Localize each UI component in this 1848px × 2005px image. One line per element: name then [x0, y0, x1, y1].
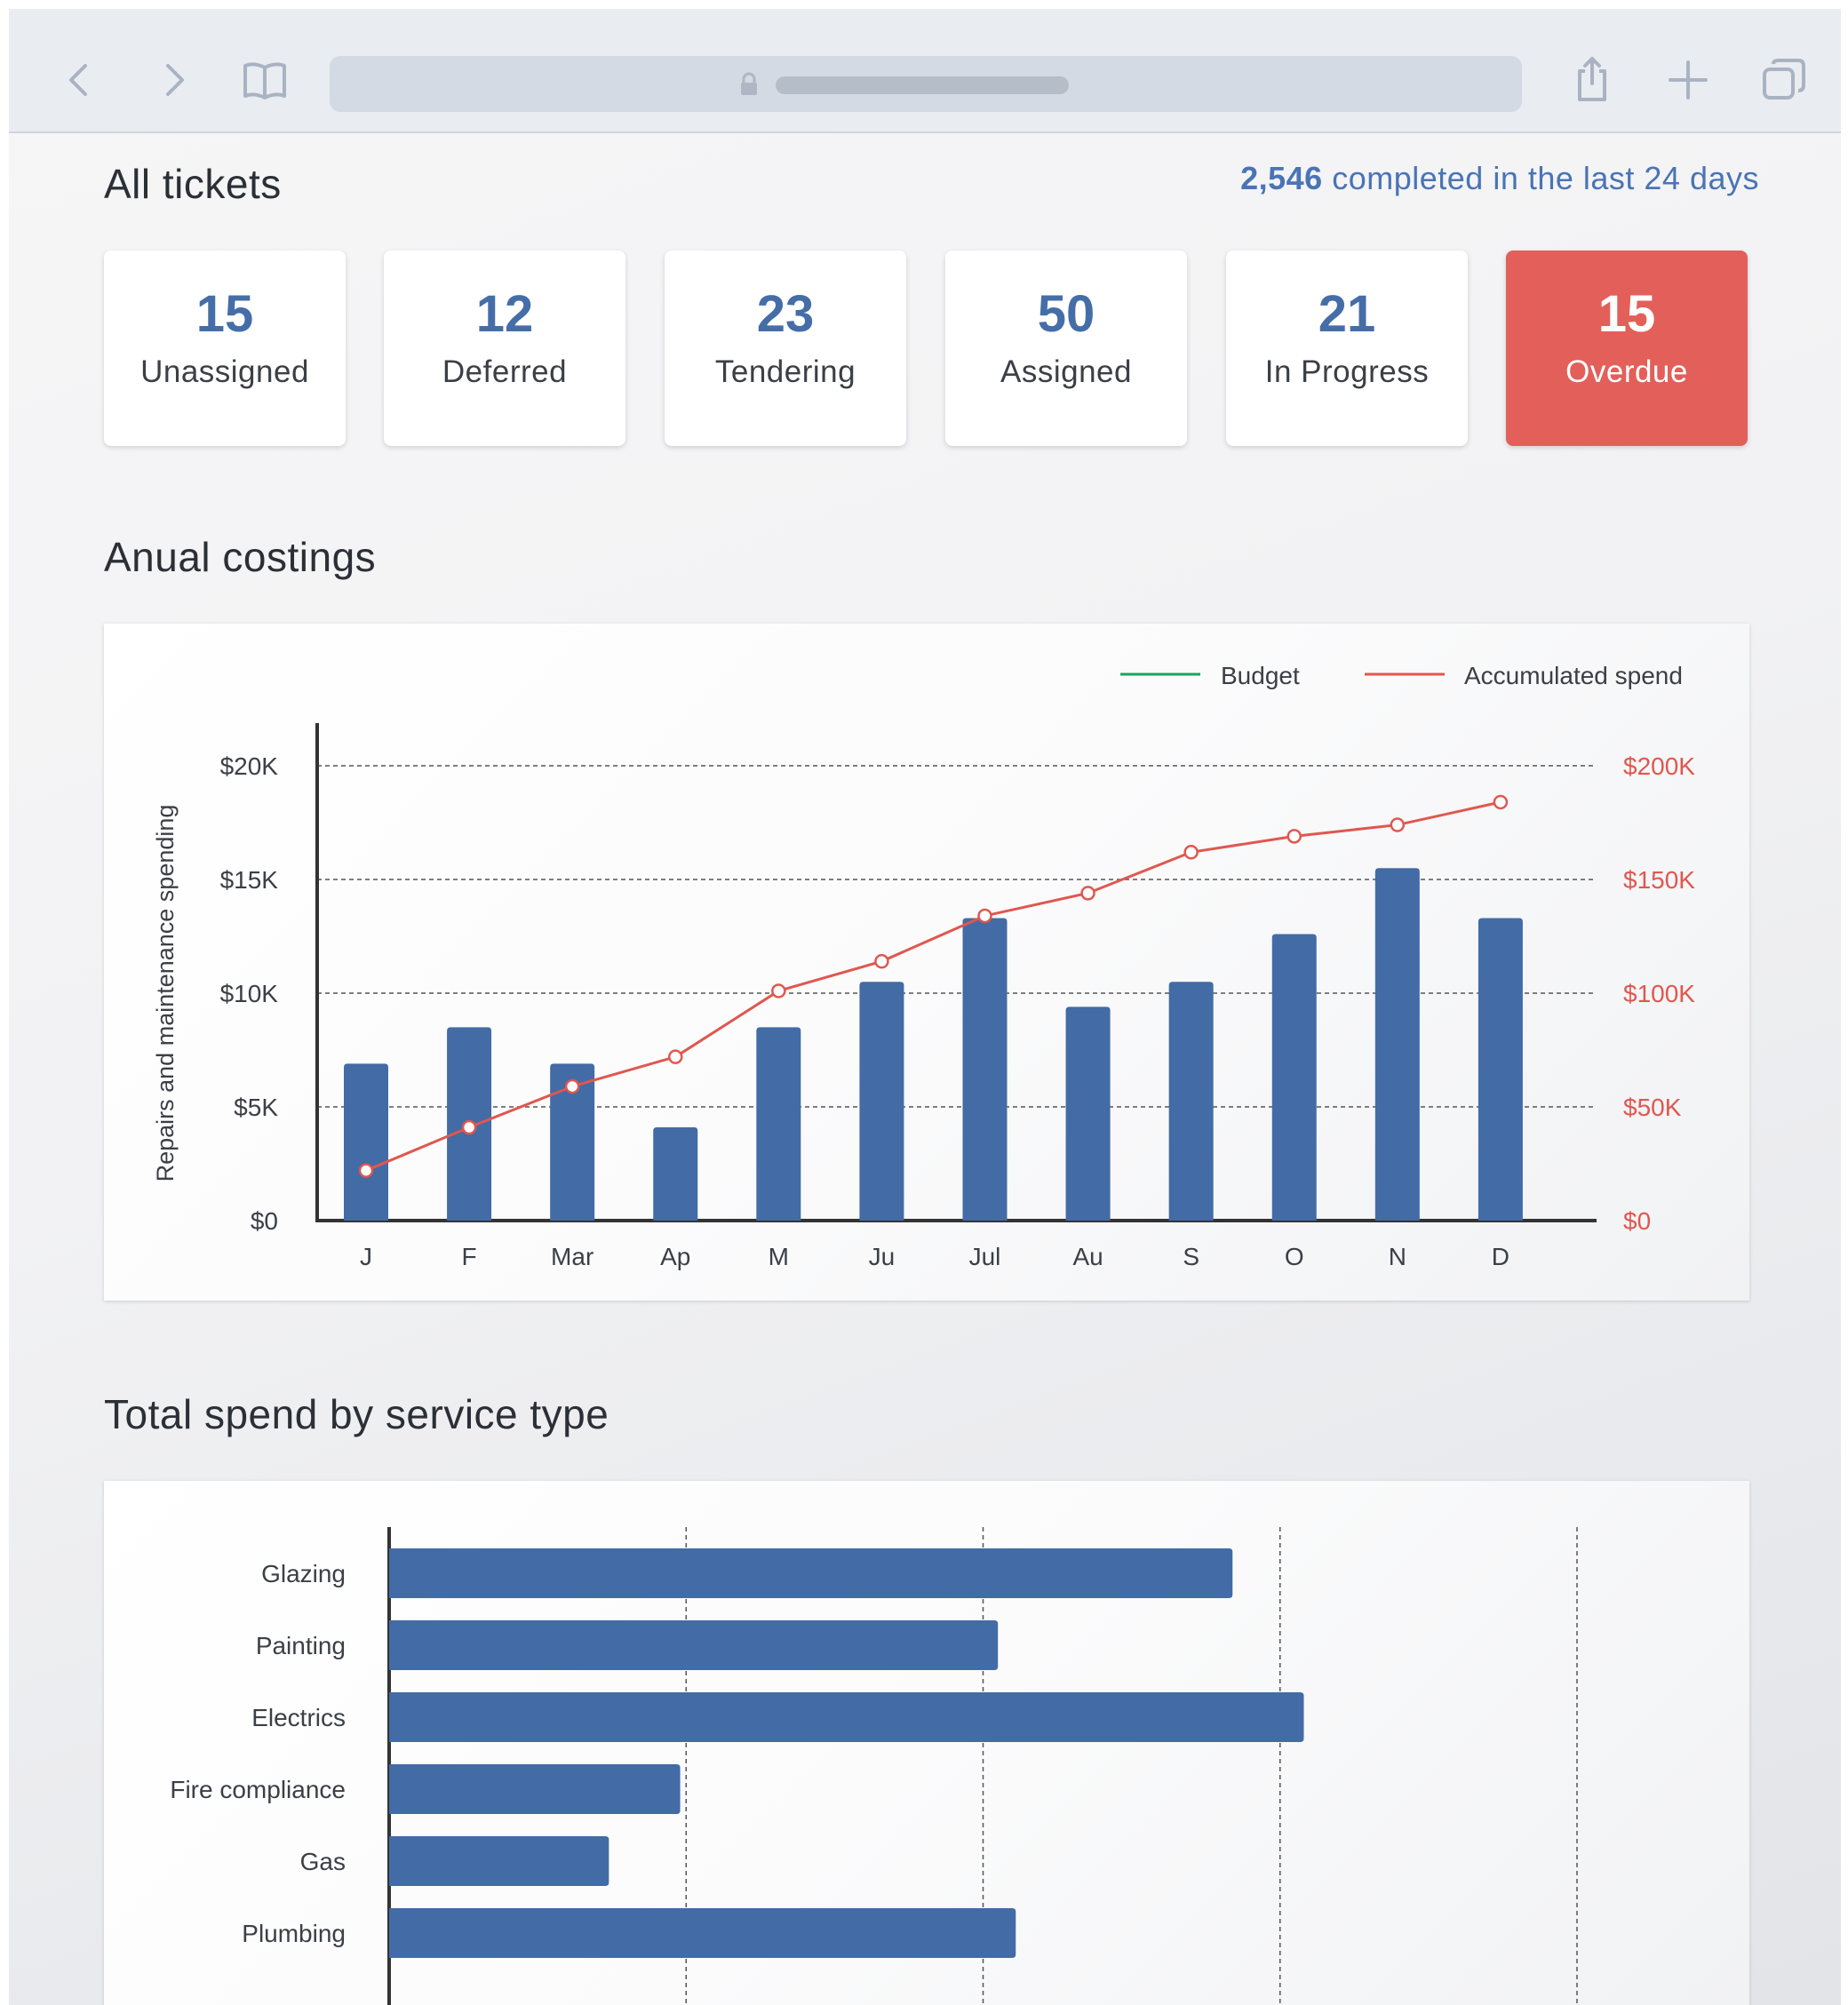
y-tick-label: $15K [220, 866, 279, 894]
stat-label: Assigned [1000, 354, 1132, 389]
y2-tick-label: $200K [1623, 752, 1695, 780]
bar [389, 1692, 1304, 1742]
y-tick-label: $5K [234, 1094, 278, 1121]
stat-card-overdue[interactable]: 15 Overdue [1506, 251, 1748, 446]
bookmarks-icon[interactable] [238, 53, 291, 107]
tabs-icon[interactable] [1757, 53, 1811, 107]
bar [344, 1063, 388, 1221]
y2-tick-label: $150K [1623, 866, 1695, 894]
stat-label: Tendering [714, 354, 856, 389]
forward-arrow-icon[interactable] [147, 53, 200, 107]
y-tick-label: $0 [251, 1207, 278, 1235]
x-tick-label: Mar [551, 1243, 593, 1270]
x-tick-label: S [1183, 1243, 1199, 1270]
spend-point [461, 1119, 477, 1135]
plus-icon[interactable] [1661, 53, 1715, 107]
spend-point [1286, 829, 1302, 844]
x-tick-label: D [1492, 1243, 1509, 1270]
bar [389, 1548, 1233, 1598]
bar [962, 918, 1008, 1221]
stat-card-unassigned[interactable]: 15 Unassigned [104, 251, 346, 446]
y-tick-label: $20K [220, 752, 279, 780]
bar [756, 1027, 801, 1221]
lock-icon [741, 72, 757, 95]
x-tick-label: O [1285, 1243, 1304, 1270]
spend-point [358, 1163, 374, 1178]
url-text [776, 76, 1069, 94]
share-icon[interactable] [1565, 53, 1619, 107]
service-chart-panel: Glazing Painting Electrics Fire compliance G… [104, 1481, 1749, 2005]
bar [389, 1764, 681, 1814]
stat-label: Unassigned [140, 354, 309, 389]
spend-point [1390, 817, 1406, 832]
tickets-title: All tickets [104, 161, 282, 207]
stat-value: 21 [1318, 285, 1376, 343]
x-tick-label: Ju [869, 1243, 896, 1270]
address-bar[interactable] [330, 56, 1522, 112]
x-tick-label: Au [1072, 1243, 1103, 1270]
service-title: Total spend by service type [104, 1391, 609, 1437]
stat-value: 23 [756, 285, 815, 343]
back-arrow-icon[interactable] [53, 53, 107, 107]
x-tick-label: N [1389, 1243, 1406, 1270]
y2-tick-label: $0 [1623, 1207, 1651, 1235]
spend-point [1183, 845, 1199, 860]
y-axis-label: Repairs and maintenance spending [152, 805, 179, 1182]
x-tick-label: Ap [660, 1243, 690, 1270]
bar [389, 1836, 609, 1886]
spend-point [874, 953, 889, 969]
stat-value: 50 [1037, 285, 1095, 343]
spend-point [564, 1078, 580, 1094]
stat-label: In Progress [1264, 354, 1430, 389]
category-label: Electrics [251, 1704, 346, 1731]
stat-label: Overdue [1565, 354, 1688, 389]
y2-tick-label: $50K [1623, 1094, 1682, 1121]
bar [1374, 868, 1420, 1221]
browser-window: All tickets 2,546 completed in the last … [9, 9, 1841, 2005]
stat-card-tendering[interactable]: 23 Tendering [665, 251, 906, 446]
spend-point [771, 983, 786, 999]
completed-text: completed in the last 24 days [1332, 160, 1759, 196]
category-label: Fire compliance [170, 1776, 346, 1803]
completed-summary: 2,546 completed in the last 24 days [1240, 160, 1759, 197]
bar [389, 1620, 999, 1670]
annual-title: Anual costings [104, 534, 377, 580]
stat-value: 15 [195, 285, 254, 343]
stat-card-assigned[interactable]: 50 Assigned [945, 251, 1187, 446]
bar [389, 1908, 1016, 1958]
legend-spend-label: Accumulated spend [1464, 662, 1683, 689]
bar [1478, 918, 1523, 1221]
stat-label: Deferred [442, 354, 568, 389]
legend-budget-label: Budget [1221, 662, 1300, 689]
browser-toolbar [9, 9, 1841, 133]
bar [1065, 1006, 1111, 1221]
category-label: Plumbing [242, 1920, 346, 1947]
stat-card-deferred[interactable]: 12 Deferred [384, 251, 625, 446]
annual-costings-chart: Budget Accumulated spend $0 $0 $5K $50K $10K $1… [152, 662, 1695, 1270]
x-tick-label: J [360, 1243, 372, 1270]
stat-card-in-progress[interactable]: 21 In Progress [1226, 251, 1468, 446]
spend-point [1493, 794, 1509, 810]
bar [1168, 982, 1214, 1221]
y2-tick-label: $100K [1623, 980, 1695, 1007]
service-type-chart: Glazing Painting Electrics Fire compliance G… [170, 1527, 1578, 2005]
x-tick-label: M [769, 1243, 789, 1270]
y-tick-label: $10K [220, 980, 279, 1007]
category-label: Painting [256, 1632, 346, 1659]
annual-chart-panel: Budget Accumulated spend $0 $0 $5K $50K $10K $1… [104, 624, 1749, 1301]
bar [859, 982, 904, 1221]
bar [653, 1127, 698, 1221]
stat-value: 15 [1597, 285, 1656, 343]
completed-count: 2,546 [1240, 160, 1323, 196]
spend-line [365, 800, 1502, 1173]
spend-point [668, 1049, 683, 1064]
spend-point [1080, 886, 1095, 901]
spend-point [977, 908, 992, 924]
bar [1271, 934, 1317, 1221]
x-tick-label: Jul [969, 1243, 1001, 1270]
category-label: Gas [300, 1848, 346, 1875]
x-tick-label: F [462, 1243, 477, 1270]
category-label: Glazing [261, 1560, 346, 1587]
stat-value: 12 [475, 285, 534, 343]
